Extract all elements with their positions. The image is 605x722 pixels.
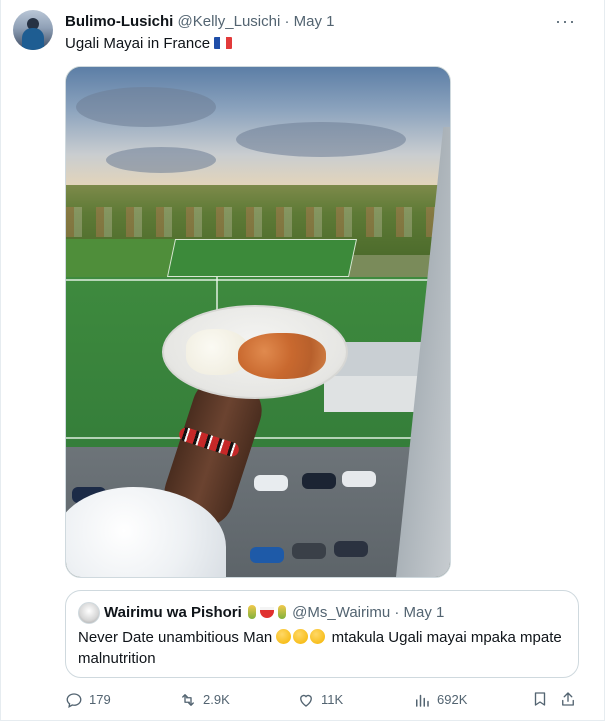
tweet-header: Bulimo-Lusichi @Kelly_Lusichi · May 1 [65,12,335,32]
photo-football-pitch [166,239,358,277]
bookmark-button[interactable] [531,690,549,708]
like-count: 11K [321,692,344,707]
pitch-line [66,437,450,439]
france-flag-icon [214,37,233,49]
photo-cloud [106,147,216,173]
photo-field [66,239,176,279]
reply-button[interactable]: 179 [65,690,111,710]
parked-car [302,473,336,489]
share-button[interactable] [559,690,577,708]
face-exhaling-emoji [276,629,292,644]
face-exhaling-emoji [310,629,326,644]
reply-icon [66,693,82,708]
tweet-container: Bulimo-Lusichi @Kelly_Lusichi · May 1 ··… [0,0,605,721]
quoted-author-avatar [78,602,100,624]
views-button[interactable]: 692K [413,690,467,710]
tweet-date[interactable]: May 1 [294,13,335,30]
author-handle[interactable]: @Kelly_Lusichi [178,13,281,30]
quoted-text-before: Never Date unambitious Man [78,629,273,646]
bookmark-icon [534,692,546,706]
quoted-author-name: Wairimu wa Pishori [104,604,242,621]
quoted-tweet-text: Never Date unambitious Man mtakula Ugali… [78,627,568,669]
tweet-photo[interactable] [65,66,451,578]
corn-emoji [277,605,286,619]
rice-bowl-emoji [259,607,274,618]
photo-rooftops [66,207,450,237]
pitch-line [66,279,450,281]
parked-car [334,541,368,557]
retweet-count: 2.9K [203,692,230,707]
bar-chart-icon [416,694,429,707]
heart-icon [300,694,312,707]
more-horizontal-icon[interactable]: ··· [555,12,576,30]
retweet-button[interactable]: 2.9K [179,690,230,710]
face-exhaling-emoji [293,629,309,644]
quoted-tweet-header: Wairimu wa Pishori @Ms_Wairimu · May 1 [104,603,444,623]
parked-car [292,543,326,559]
tweet-actions: 179 2.9K 11K 692K [65,690,580,712]
quoted-tweet[interactable]: Wairimu wa Pishori @Ms_Wairimu · May 1 N… [65,590,579,678]
avatar-figure-body [22,28,44,50]
share-icon [562,692,574,706]
tweet-text: Ugali Mayai in France [65,34,233,54]
photo-cloud [76,87,216,127]
parked-car [342,471,376,487]
tweet-text-content: Ugali Mayai in France [65,35,211,52]
like-button[interactable]: 11K [297,690,343,710]
reply-count: 179 [89,692,111,707]
parked-car [254,475,288,491]
photo-eggs [238,333,326,379]
view-count: 692K [437,692,468,707]
quoted-author-handle: @Ms_Wairimu [292,604,391,621]
quoted-separator: · [394,604,400,621]
quoted-tweet-date: May 1 [403,604,445,621]
author-avatar[interactable] [13,10,53,50]
author-name[interactable]: Bulimo-Lusichi [65,13,173,30]
parked-car [250,547,284,563]
header-separator: · [284,13,290,30]
retweet-icon [182,694,194,706]
photo-cloud [236,122,406,157]
corn-emoji [247,605,256,619]
